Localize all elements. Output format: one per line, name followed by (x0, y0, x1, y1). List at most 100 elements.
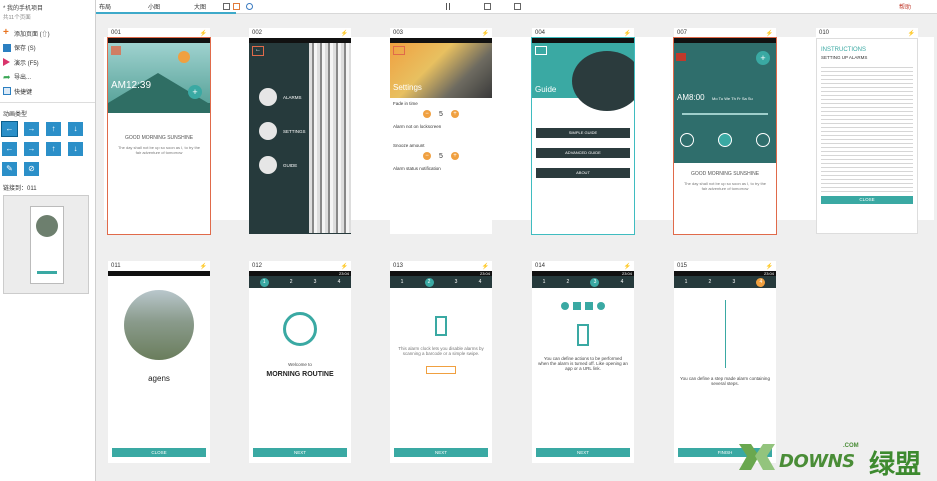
tab-layout[interactable]: 布局 (99, 2, 111, 11)
menu-icon[interactable] (535, 46, 547, 55)
step-1[interactable]: 1 (685, 279, 688, 285)
card-id: 001 (111, 30, 122, 36)
runway-circle-image (124, 290, 194, 360)
step-4[interactable]: 4 (479, 279, 482, 285)
add-page-button[interactable]: + 添加页面 (⇧) (0, 26, 95, 41)
volume-slider[interactable] (682, 113, 768, 115)
checkbox-icon[interactable] (484, 3, 491, 10)
pause-icon[interactable] (446, 3, 450, 10)
anim-push-left-button[interactable]: ← (2, 141, 17, 156)
step-4[interactable]: 4 (756, 277, 766, 287)
step-4[interactable]: 4 (338, 279, 341, 285)
setting-fade-in: Fade in time (393, 101, 418, 106)
page-card-012[interactable]: 012 ⚡ 23:04 1 2 3 4 Welcome to MORNING RO… (249, 261, 351, 463)
plus-icon[interactable]: + (450, 152, 459, 160)
minus-icon[interactable]: − (423, 110, 432, 118)
step-4[interactable]: 4 (621, 279, 624, 285)
phone-screen: 23:04 1 2 3 4 You can define a step made… (674, 271, 776, 463)
page-card-014[interactable]: 014 ⚡ 23:04 1 2 3 4 You can define action… (532, 261, 634, 463)
fade-stepper[interactable]: − 5 + (393, 110, 489, 118)
anim-slide-right-button[interactable]: → (24, 121, 39, 136)
menu-icon[interactable] (393, 46, 405, 55)
step-3[interactable]: 3 (590, 277, 600, 287)
step-3[interactable]: 3 (732, 279, 735, 285)
simple-guide-button[interactable]: SIMPLE GUIDE (536, 128, 630, 138)
minus-icon[interactable]: − (423, 152, 432, 160)
page-card-002[interactable]: 002 ⚡ ← ALARMS SETTINGS GUIDE (249, 28, 351, 234)
page-card-003[interactable]: 003 ⚡ Settings Fade in time − 5 + Alarm n… (390, 28, 492, 234)
bolt-icon: ⚡ (623, 30, 631, 37)
page-card-001[interactable]: 001 ⚡ AM12:39 + GOOD MORNING SUNSHINE The… (107, 28, 211, 235)
preview-label: 演示 (F5) (14, 60, 39, 67)
downs-watermark: DOWNS .COM 绿盟 (735, 439, 931, 479)
option-circle[interactable] (680, 133, 694, 147)
snooze-stepper[interactable]: − 5 + (393, 152, 489, 160)
anim-slide-up-button[interactable]: ↑ (46, 121, 61, 136)
anim-push-right-button[interactable]: → (24, 141, 39, 156)
step-3[interactable]: 3 (455, 279, 458, 285)
add-alarm-button[interactable]: + (188, 85, 202, 99)
guide-header: Guide (532, 43, 634, 111)
page-card-007[interactable]: 007 ⚡ + AM8:00 Mo Tu We Th Fr Sa Su GOOD … (673, 28, 777, 235)
step-3[interactable]: 3 (314, 279, 317, 285)
next-button[interactable]: NEXT (394, 448, 488, 457)
page-card-011[interactable]: 011 ⚡ agens CLOSE (108, 261, 210, 463)
anim-slide-down-button[interactable]: ↓ (68, 121, 83, 136)
menu-alarms[interactable]: ALARMS (283, 95, 302, 100)
plus-icon[interactable]: + (450, 110, 459, 118)
card-header: 015 ⚡ (674, 261, 776, 271)
step-2[interactable]: 2 (424, 277, 434, 287)
step-1[interactable]: 1 (543, 279, 546, 285)
help-link[interactable]: 帮助 (899, 2, 911, 11)
page-card-015[interactable]: 015 ⚡ 23:04 1 2 3 4 You can define a step… (674, 261, 776, 463)
page-card-010[interactable]: 010 ⚡ INSTRUCTIONS SETTING UP ALARMS CLOS… (816, 28, 918, 234)
menu-guide[interactable]: GUIDE (283, 163, 297, 168)
zoom-in-icon[interactable] (246, 3, 253, 10)
shortcuts-button[interactable]: 快捷键 (0, 84, 95, 99)
next-button[interactable]: NEXT (253, 448, 347, 457)
phone-screen: 23:04 1 2 3 4 Welcome to MORNING ROUTINE… (249, 271, 351, 463)
menu-settings[interactable]: SETTINGS (283, 129, 306, 134)
card-id: 004 (535, 30, 546, 36)
menu-icon[interactable] (111, 46, 121, 55)
close-button[interactable]: CLOSE (821, 196, 913, 204)
save-icon (3, 43, 11, 52)
fade-value: 5 (439, 110, 443, 118)
anim-none-button[interactable]: ⊘ (24, 161, 39, 176)
step-1[interactable]: 1 (259, 277, 269, 287)
add-button[interactable]: + (756, 51, 770, 65)
tab-small-images[interactable]: 小图 (148, 2, 160, 11)
step-2[interactable]: 2 (567, 279, 570, 285)
storyboard-canvas[interactable]: 001 ⚡ AM12:39 + GOOD MORNING SUNSHINE The… (96, 14, 937, 481)
option-circle[interactable] (718, 133, 732, 147)
weekdays[interactable]: Mo Tu We Th Fr Sa Su (712, 96, 753, 101)
anim-push-up-button[interactable]: ↑ (46, 141, 61, 156)
step-description: You can define a step made alarm contain… (680, 376, 770, 386)
preview-button[interactable]: 演示 (F5) (0, 55, 95, 70)
back-button[interactable] (676, 53, 686, 61)
next-button[interactable]: NEXT (536, 448, 630, 457)
window-icon[interactable] (514, 3, 521, 10)
step-2[interactable]: 2 (709, 279, 712, 285)
option-circle[interactable] (756, 133, 770, 147)
save-label: 保存 (S) (14, 46, 36, 53)
step-1[interactable]: 1 (401, 279, 404, 285)
advanced-guide-button[interactable]: ADVANCED GUIDE (536, 148, 630, 158)
phone-screen: AM12:39 + GOOD MORNING SUNSHINE The day … (107, 37, 211, 235)
fit-icon[interactable] (233, 3, 240, 10)
anim-custom-button[interactable]: ✎ (2, 161, 17, 176)
save-button[interactable]: 保存 (S) (0, 41, 95, 56)
about-button[interactable]: ABOUT (536, 168, 630, 178)
zoom-out-icon[interactable] (223, 3, 230, 10)
back-arrow-icon[interactable]: ← (252, 46, 264, 56)
close-button[interactable]: CLOSE (112, 448, 206, 457)
phone-screen: INSTRUCTIONS SETTING UP ALARMS CLOSE (816, 38, 918, 234)
export-button[interactable]: ➦ 导出... (0, 70, 95, 85)
anim-push-down-button[interactable]: ↓ (68, 141, 83, 156)
page-card-004[interactable]: 004 ⚡ Guide SIMPLE GUIDE ADVANCED GUIDE A… (531, 28, 635, 235)
tab-large-images[interactable]: 大图 (194, 2, 206, 11)
step-2[interactable]: 2 (290, 279, 293, 285)
anim-slide-left-button[interactable]: ← (1, 120, 18, 137)
link-target-thumbnail[interactable] (3, 194, 89, 294)
page-card-013[interactable]: 013 ⚡ 23:04 1 2 3 4 This alarm clock lets… (390, 261, 492, 463)
